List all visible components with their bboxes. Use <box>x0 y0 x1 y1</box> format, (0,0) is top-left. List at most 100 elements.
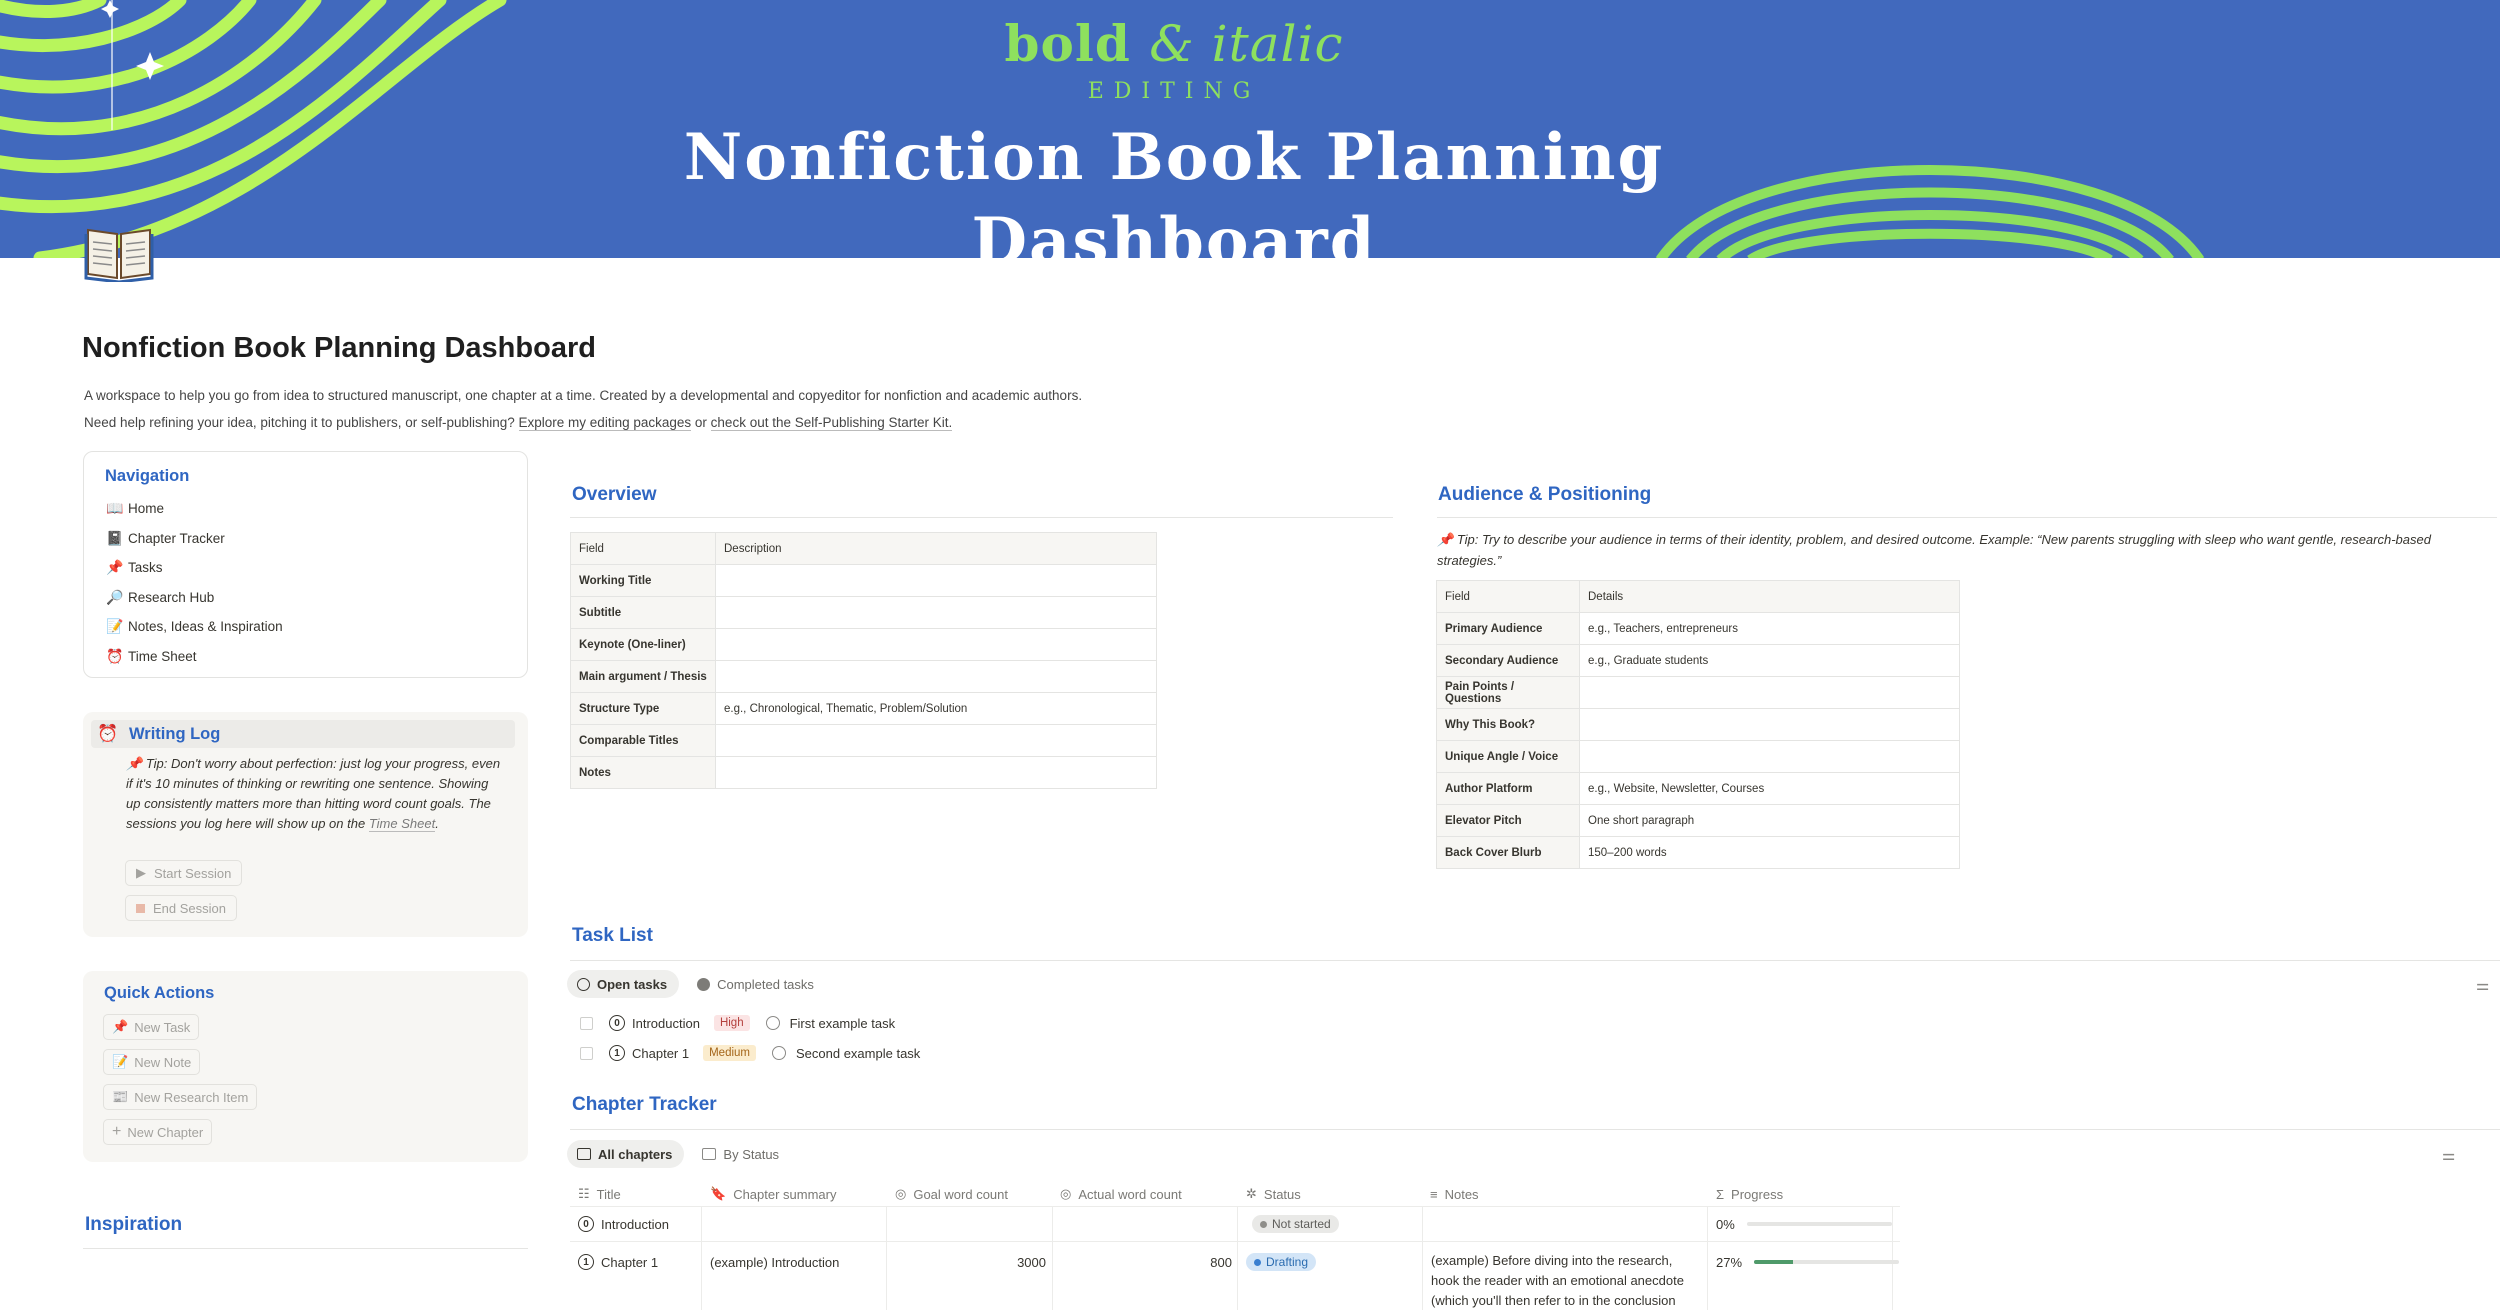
pushpin-icon: 📌 <box>106 559 124 576</box>
nav-item-time-sheet[interactable]: ⏰ Time Sheet <box>106 642 283 672</box>
column-header-goal[interactable]: ◎ Goal word count <box>895 1183 1008 1205</box>
tab-completed-tasks[interactable]: Completed tasks <box>687 970 826 998</box>
column-header-status[interactable]: ✲ Status <box>1246 1183 1301 1205</box>
status-circle-icon <box>772 1046 786 1060</box>
task-checkbox[interactable] <box>580 1016 593 1030</box>
chapter-number-icon: 0 <box>609 1015 625 1031</box>
status-cell[interactable]: Not started <box>1252 1213 1339 1235</box>
progress-cell: 0% <box>1716 1213 1892 1235</box>
tab-all-chapters[interactable]: All chapters <box>567 1140 685 1168</box>
chapter-tracker-tabs: All chapters By Status <box>567 1140 791 1168</box>
quick-actions-title: Quick Actions <box>104 984 215 1002</box>
task-checkbox[interactable] <box>580 1046 593 1060</box>
table-row: Structure Type e.g., Chronological, Thema… <box>570 692 1157 725</box>
alarm-clock-icon: ⏰ <box>97 724 119 743</box>
nav-item-chapter-tracker[interactable]: 📓 Chapter Tracker <box>106 524 283 554</box>
table-row: Working Title <box>570 564 1157 597</box>
overview-title: Overview <box>572 484 657 505</box>
task-row[interactable]: 0 Introduction High First example task <box>580 1010 895 1036</box>
status-circle-icon <box>765 1016 780 1030</box>
nav-item-notes[interactable]: 📝 Notes, Ideas & Inspiration <box>106 612 283 642</box>
notes-cell[interactable]: (example) Before diving into the researc… <box>1431 1251 1701 1310</box>
task-chapter[interactable]: Introduction <box>632 1016 700 1031</box>
actual-cell[interactable]: 800 <box>1052 1251 1232 1273</box>
summary-cell[interactable]: (example) Introduction <box>710 1251 839 1273</box>
newspaper-icon: 📰 <box>112 1089 129 1104</box>
column-header-notes[interactable]: ≡ Notes <box>1430 1183 1479 1205</box>
chapter-number-icon: 1 <box>609 1045 625 1061</box>
table-row: Notes <box>570 756 1157 789</box>
chapter-title-cell[interactable]: 1 Chapter 1 <box>578 1251 658 1273</box>
table-row: Back Cover Blurb 150–200 words <box>1436 836 1960 869</box>
task-name[interactable]: First example task <box>790 1016 895 1031</box>
starter-kit-link[interactable]: check out the Self-Publishing Starter Ki… <box>710 415 953 431</box>
new-chapter-button[interactable]: + New Chapter <box>103 1119 213 1145</box>
pushpin-icon: 📌 <box>112 1019 129 1034</box>
writing-log-header[interactable]: ⏰ Writing Log <box>91 720 515 748</box>
nav-item-tasks[interactable]: 📌 Tasks <box>106 553 283 583</box>
start-session-button[interactable]: ▶ Start Session <box>125 860 243 886</box>
task-row[interactable]: 1 Chapter 1 Medium Second example task <box>580 1040 920 1066</box>
status-icon: ✲ <box>1246 1186 1257 1201</box>
page-description: A workspace to help you go from idea to … <box>84 388 1083 403</box>
chapter-title-cell[interactable]: 0 Introduction <box>578 1213 669 1235</box>
filled-circle-icon <box>697 977 711 991</box>
column-header-summary[interactable]: 🔖 Chapter summary <box>710 1183 837 1205</box>
task-name[interactable]: Second example task <box>796 1046 920 1061</box>
progress-bar <box>1746 1222 1892 1226</box>
banner-title: Nonfiction Book Planning Dashboard <box>683 120 1665 258</box>
filter-icon[interactable]: ⚌ <box>2442 1146 2455 1164</box>
board-icon <box>702 1148 717 1160</box>
divider <box>570 1206 1900 1207</box>
divider <box>570 1241 1900 1242</box>
target-icon: ◎ <box>1060 1186 1072 1201</box>
magnifier-icon: 🔎 <box>106 588 124 605</box>
goal-cell[interactable]: 3000 <box>886 1251 1046 1273</box>
chapter-number-icon: 0 <box>578 1216 594 1232</box>
editing-packages-link[interactable]: Explore my editing packages <box>518 415 692 431</box>
writing-log-title: Writing Log <box>129 724 221 743</box>
sigma-icon: Σ <box>1716 1186 1725 1202</box>
table-header: Field Details <box>1436 580 1960 613</box>
stop-icon <box>136 903 145 913</box>
alarm-clock-icon: ⏰ <box>106 647 124 664</box>
table-row: Subtitle <box>570 596 1157 629</box>
page-description-links: Need help refining your idea, pitching i… <box>84 415 953 431</box>
overview-table: Field Description Working Title Subtitle … <box>570 532 1157 789</box>
open-book-icon[interactable] <box>84 222 154 284</box>
column-header-actual[interactable]: ◎ Actual word count <box>1060 1183 1182 1205</box>
circle-icon <box>577 977 590 991</box>
chapter-tracker-title: Chapter Tracker <box>572 1094 717 1115</box>
chapter-number-icon: 1 <box>578 1254 594 1270</box>
divider <box>1437 517 2497 518</box>
book-icon: 📖 <box>106 500 124 517</box>
column-header-progress[interactable]: Σ Progress <box>1716 1183 1783 1205</box>
play-icon: ▶ <box>136 865 146 880</box>
divider <box>570 960 2500 961</box>
end-session-button[interactable]: End Session <box>125 895 237 921</box>
new-task-button[interactable]: 📌 New Task <box>103 1014 200 1040</box>
table-row: Main argument / Thesis <box>570 660 1157 693</box>
writing-log-card: ⏰ Writing Log 📌 Tip: Don't worry about p… <box>83 712 528 937</box>
priority-badge: Medium <box>703 1045 756 1061</box>
navigation-title: Navigation <box>105 467 190 485</box>
time-sheet-link[interactable]: Time Sheet <box>368 816 436 832</box>
new-research-item-button[interactable]: 📰 New Research Item <box>103 1084 258 1110</box>
status-cell[interactable]: Drafting <box>1246 1251 1317 1273</box>
new-note-button[interactable]: 📝 New Note <box>103 1049 201 1075</box>
filter-icon[interactable]: ⚌ <box>2476 976 2489 994</box>
tab-open-tasks[interactable]: Open tasks <box>567 970 680 998</box>
task-chapter[interactable]: Chapter 1 <box>632 1046 689 1061</box>
nav-item-research-hub[interactable]: 🔎 Research Hub <box>106 583 283 613</box>
divider <box>570 1129 2500 1130</box>
column-header-title[interactable]: ☷ Title <box>578 1183 621 1205</box>
progress-bar <box>1754 1260 1900 1264</box>
tab-by-status[interactable]: By Status <box>692 1140 791 1168</box>
table-icon <box>577 1148 591 1160</box>
inspiration-title: Inspiration <box>85 1214 183 1235</box>
navigation-list: 📖 Home 📓 Chapter Tracker 📌 Tasks 🔎 Research … <box>106 494 283 671</box>
progress-cell: 27% <box>1716 1251 1900 1273</box>
table-header: Field Description <box>570 532 1157 565</box>
status-badge: Not started <box>1252 1215 1339 1233</box>
nav-item-home[interactable]: 📖 Home <box>106 494 283 524</box>
